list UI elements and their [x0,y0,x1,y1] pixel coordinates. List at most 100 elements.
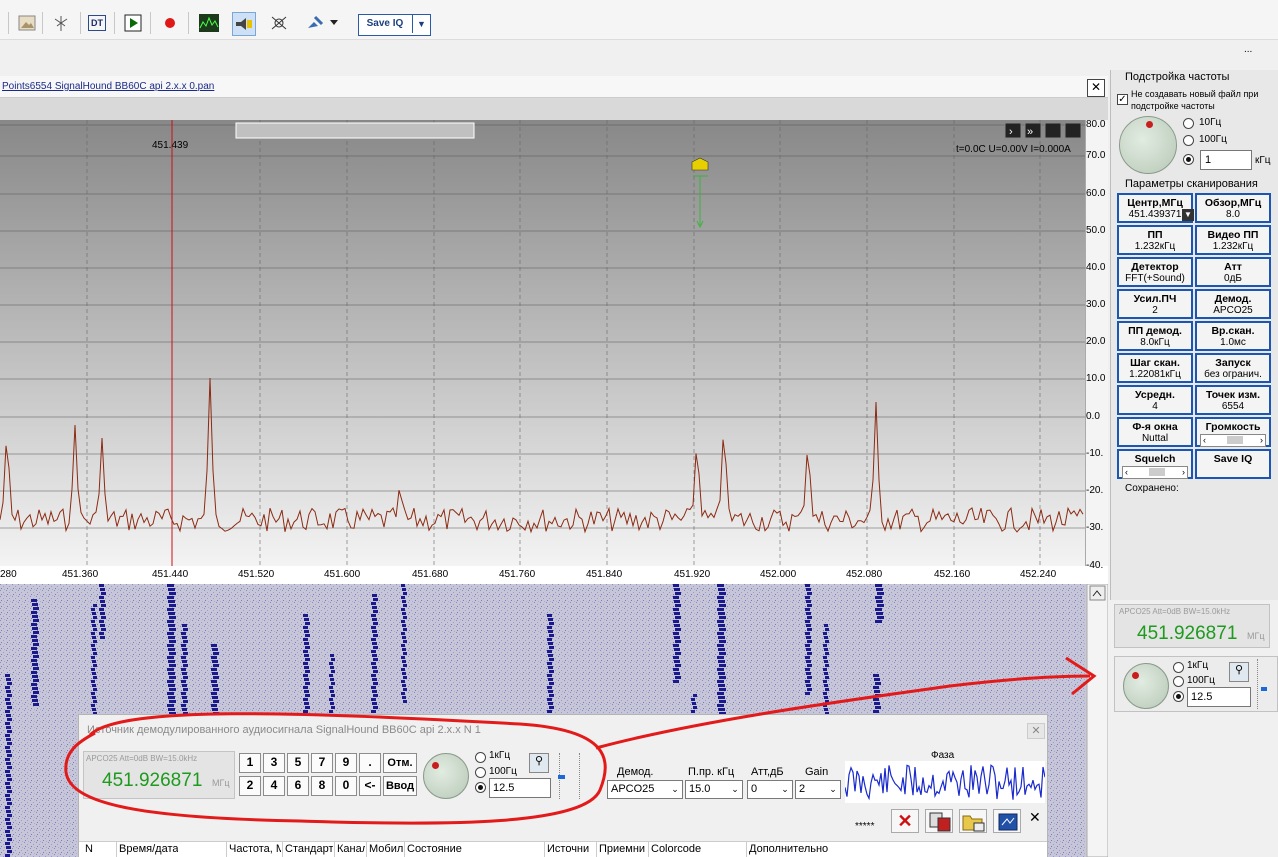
overflow-ellipsis[interactable]: ... [1244,44,1252,55]
export-icon[interactable] [993,809,1021,833]
direction-finder-icon[interactable] [268,12,290,34]
record-icon[interactable] [159,12,181,34]
gain-slider-track[interactable] [579,753,583,799]
scan-param-slider[interactable]: ‹ › [1122,466,1188,479]
satellite-icon[interactable] [304,12,326,34]
radio-1khz[interactable] [1173,662,1184,673]
chevron-down-icon[interactable]: ▼ [1182,209,1194,221]
column-divider[interactable] [596,842,597,857]
column-divider[interactable] [226,842,227,857]
play-icon[interactable] [122,12,144,34]
close-icon[interactable]: ✕ [1087,79,1105,97]
tuning-step-input[interactable]: 1 [1200,150,1252,170]
sound-scan-icon[interactable] [232,12,256,36]
radio-step[interactable] [1173,691,1184,702]
table-column-header[interactable]: Colorcode [651,843,701,855]
open-folder-icon[interactable] [959,809,987,833]
volume-slider-thumb[interactable] [558,775,565,779]
keypad-key[interactable]: 8 [311,776,333,796]
column-divider[interactable] [282,842,283,857]
column-divider[interactable] [334,842,335,857]
keypad-key[interactable]: 3 [263,753,285,773]
scan-param-button[interactable]: Громкость ‹ › [1195,417,1271,447]
tuning-knob[interactable] [1119,116,1177,174]
scan-param-button[interactable]: Обзор,МГц 8.0 [1195,193,1271,223]
table-column-header[interactable]: N [85,843,93,855]
keypad-key[interactable]: <- [359,776,381,796]
antenna-icon[interactable] [50,12,72,34]
radio-1khz[interactable] [1183,154,1194,165]
keypad-key[interactable]: 2 [239,776,261,796]
radio-100hz[interactable] [475,767,486,778]
scan-param-button[interactable]: Атт 0дБ [1195,257,1271,287]
keypad-key[interactable]: 5 [287,753,309,773]
radio-100hz[interactable] [1173,676,1184,687]
scan-param-button[interactable]: Точек изм. 6554 [1195,385,1271,415]
column-divider[interactable] [404,842,405,857]
table-column-header[interactable]: Состояние [407,843,462,855]
table-column-header[interactable]: Время/дата [119,843,178,855]
attenuation-select[interactable]: 0 ⌄ [747,780,793,799]
bandwidth-select[interactable]: 15.0 ⌄ [685,780,743,799]
save-to-disk-icon[interactable] [925,809,953,833]
demod-select[interactable]: APCO25 ⌄ [607,780,683,799]
scan-param-button[interactable]: Save IQ [1195,449,1271,479]
image-icon[interactable] [16,12,38,34]
scan-param-button[interactable]: Squelch ‹ › [1117,449,1193,479]
table-column-header[interactable]: Источни [547,843,589,855]
dt-icon[interactable]: DT [86,12,108,34]
keypad-key[interactable]: 7 [311,753,333,773]
column-divider[interactable] [746,842,747,857]
chevron-down-icon[interactable] [328,12,340,34]
scan-param-button[interactable]: ПП демод. 8.0кГц [1117,321,1193,351]
chevron-down-icon[interactable]: ▼ [412,15,430,33]
scan-param-button[interactable]: Усредн. 4 [1117,385,1193,415]
table-column-header[interactable]: Частота, М [229,843,281,855]
column-divider[interactable] [116,842,117,857]
gain-select[interactable]: 2 ⌄ [795,780,841,799]
scan-param-button[interactable]: Центр,МГц 451.439371 ▼ [1117,193,1194,223]
delete-icon[interactable]: ✕ [891,809,919,833]
close-icon[interactable]: ✕ [1027,723,1045,739]
keypad-key[interactable]: . [359,753,381,773]
radio-100hz[interactable] [1183,135,1194,146]
table-column-header[interactable]: Мобил [369,843,403,855]
scan-param-button[interactable]: Ф-я окна Nuttal [1117,417,1193,447]
dialog-tuning-knob[interactable] [423,753,469,799]
radio-1khz[interactable] [475,752,486,763]
keypad-key[interactable]: 4 [263,776,285,796]
scan-param-slider[interactable]: ‹ › [1200,434,1266,447]
table-column-header[interactable]: Стандарт [285,843,333,855]
right-tuner-step-input[interactable]: 12.5 [1187,687,1251,707]
scan-param-button[interactable]: Демод. APCO25 [1195,289,1271,319]
scan-param-button[interactable]: Вр.скан. 1.0мс [1195,321,1271,351]
column-divider[interactable] [544,842,545,857]
volume-slider-track[interactable] [1257,659,1261,709]
radio-10hz[interactable] [1183,118,1194,129]
dialog-step-input[interactable]: 12.5 [489,778,551,798]
no-new-file-checkbox[interactable]: ✓ [1117,94,1128,105]
antenna-icon[interactable]: ⚲ [1229,662,1249,682]
right-tuner-knob[interactable] [1123,663,1169,709]
table-column-header[interactable]: Приемни [599,843,645,855]
scan-param-button[interactable]: Шаг скан. 1.22081кГц [1117,353,1193,383]
radio-step[interactable] [475,782,486,793]
scan-param-button[interactable]: Детектор FFT(+Sound) [1117,257,1193,287]
keypad-key[interactable]: 9 [335,753,357,773]
scan-param-button[interactable]: Запуск без огранич. [1195,353,1271,383]
keypad-key[interactable]: 1 [239,753,261,773]
table-column-header[interactable]: Дополнительно [749,843,828,855]
column-divider[interactable] [648,842,649,857]
scan-param-button[interactable]: ПП 1.232кГц [1117,225,1193,255]
volume-slider-thumb[interactable] [1261,687,1267,691]
scan-param-button[interactable]: Усил.ПЧ 2 [1117,289,1193,319]
column-divider[interactable] [366,842,367,857]
table-column-header[interactable]: Канал [337,843,365,855]
save-iq-toolbar-button[interactable]: Save IQ ▼ [358,14,431,36]
keypad-key[interactable]: 0 [335,776,357,796]
cancel-button[interactable]: Отм. [383,753,417,773]
spectrum-icon[interactable] [198,12,220,34]
antenna-icon[interactable]: ⚲ [529,753,549,773]
close-icon[interactable]: ✕ [1029,809,1041,826]
enter-button[interactable]: Ввод [383,776,417,796]
